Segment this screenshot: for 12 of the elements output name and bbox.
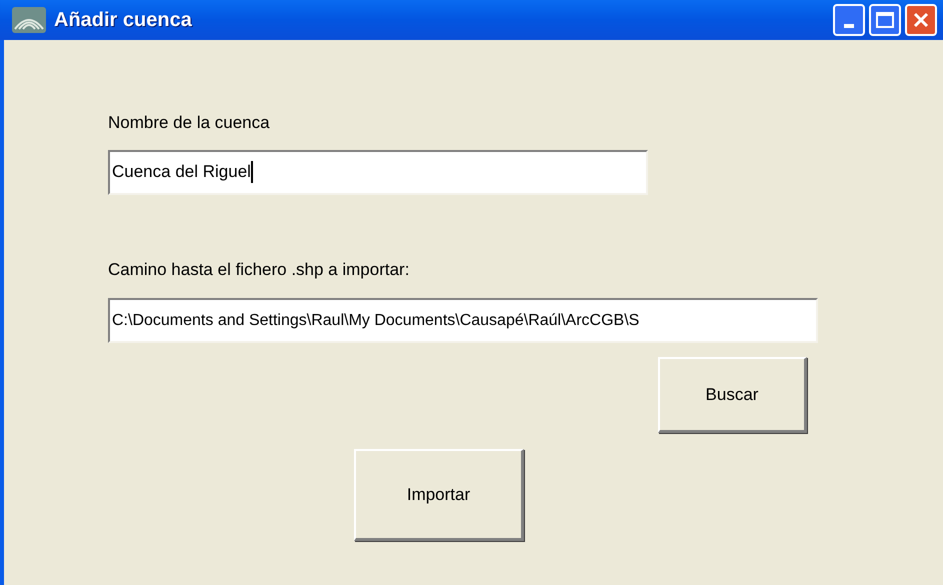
- path-field[interactable]: C:\Documents and Settings\Raul\My Documents\Causapé\Raúl\ArcCGB\S: [108, 298, 818, 343]
- path-label: Camino hasta el fichero .shp a importar:: [108, 258, 410, 280]
- browse-button[interactable]: Buscar: [658, 357, 807, 433]
- minimize-button[interactable]: [833, 4, 865, 36]
- import-button[interactable]: Importar: [354, 449, 524, 541]
- close-icon: [913, 12, 929, 28]
- close-button[interactable]: [905, 4, 937, 36]
- app-icon: [12, 7, 46, 33]
- name-label: Nombre de la cuenca: [108, 112, 271, 134]
- maximize-button[interactable]: [869, 4, 901, 36]
- window-title: Añadir cuenca: [54, 8, 192, 33]
- name-field[interactable]: Cuenca del Riguel: [108, 150, 648, 194]
